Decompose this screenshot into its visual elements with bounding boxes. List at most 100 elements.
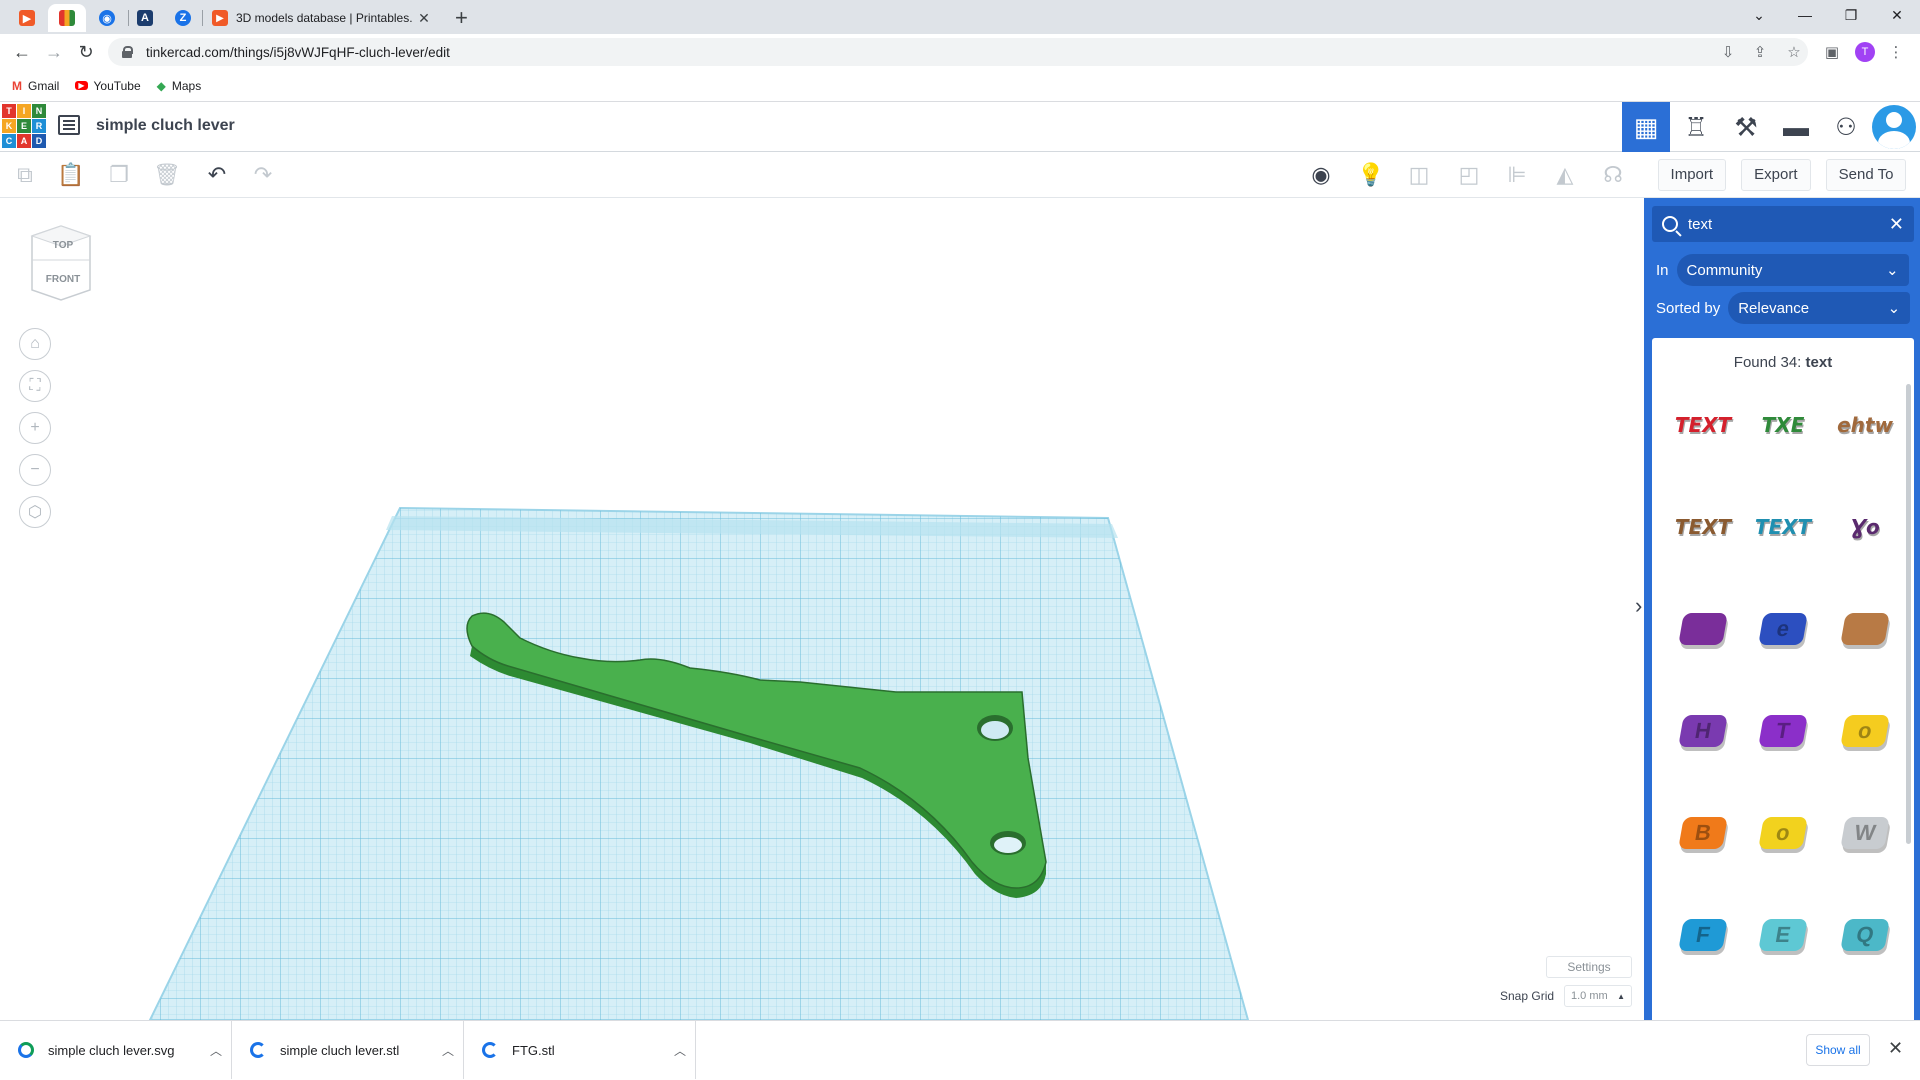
- source-select[interactable]: Community ⌄: [1676, 254, 1909, 286]
- shape-thumbnail[interactable]: [1668, 594, 1738, 664]
- shape-thumbnail[interactable]: ehtw: [1830, 390, 1900, 460]
- new-tab-icon[interactable]: +: [455, 5, 468, 31]
- tab-close-icon[interactable]: ✕: [416, 10, 432, 27]
- results-scrollbar[interactable]: [1906, 384, 1911, 844]
- pinned-tab-tinkercad[interactable]: [48, 4, 86, 32]
- light-bulb-icon[interactable]: 💡: [1356, 160, 1386, 190]
- group-icon[interactable]: ◫: [1404, 160, 1434, 190]
- shape-thumbnail[interactable]: o: [1830, 696, 1900, 766]
- workplane-grid-lines: [150, 508, 1248, 1020]
- shape-thumbnail[interactable]: e: [1748, 594, 1818, 664]
- import-button[interactable]: Import: [1657, 158, 1727, 191]
- sort-value: Relevance: [1738, 299, 1810, 317]
- add-user-icon[interactable]: ⚇: [1822, 102, 1870, 152]
- share-icon[interactable]: ⇪: [1748, 40, 1772, 64]
- ungroup-icon[interactable]: ◰: [1454, 160, 1484, 190]
- shape-thumbnail[interactable]: TEXT: [1748, 492, 1818, 562]
- shape-preview: TEXT: [1674, 515, 1732, 539]
- redo-icon[interactable]: ↷: [248, 160, 278, 190]
- shape-thumbnail[interactable]: [1830, 594, 1900, 664]
- shape-thumbnail[interactable]: o: [1748, 798, 1818, 868]
- download-item[interactable]: simple cluch lever.svg ︿: [0, 1021, 232, 1079]
- shape-thumbnail[interactable]: T: [1748, 696, 1818, 766]
- chevron-up-icon[interactable]: ︿: [201, 1042, 231, 1059]
- pinned-tab-autodesk[interactable]: A: [126, 4, 164, 32]
- mirror-icon[interactable]: ◭: [1550, 160, 1580, 190]
- undo-icon[interactable]: ↶: [202, 160, 232, 190]
- close-downloads-icon[interactable]: ✕: [1888, 1038, 1903, 1059]
- shape-preview: W: [1840, 817, 1890, 849]
- pinned-tab-z[interactable]: Z: [164, 4, 202, 32]
- zoom-in-icon[interactable]: +: [19, 412, 51, 444]
- delete-icon[interactable]: 🗑: [152, 160, 182, 190]
- show-all-button[interactable]: Show all: [1806, 1034, 1870, 1066]
- shape-thumbnail[interactable]: W: [1830, 798, 1900, 868]
- bricks-icon[interactable]: ▬: [1772, 102, 1820, 152]
- chevron-up-icon[interactable]: ︿: [665, 1042, 695, 1059]
- align-icon[interactable]: ⊫: [1502, 160, 1532, 190]
- pinned-tab-printables[interactable]: ▶: [8, 4, 46, 32]
- design-title[interactable]: simple cluch lever: [96, 117, 235, 135]
- bookmark-star-icon[interactable]: ☆: [1782, 40, 1806, 64]
- zoom-out-icon[interactable]: −: [19, 454, 51, 486]
- shape-search[interactable]: text ✕: [1652, 206, 1914, 242]
- perspective-icon[interactable]: ⬡: [19, 496, 51, 528]
- back-icon[interactable]: ←: [10, 40, 34, 64]
- design-list-icon[interactable]: [58, 115, 80, 135]
- settings-button[interactable]: Settings: [1546, 956, 1632, 978]
- window-close-icon[interactable]: ✕: [1874, 0, 1920, 30]
- forward-icon[interactable]: →: [42, 40, 66, 64]
- bookmark-gmail[interactable]: M Gmail: [12, 79, 59, 93]
- reload-icon[interactable]: ↻: [74, 40, 98, 64]
- home-view-icon[interactable]: ⌂: [19, 328, 51, 360]
- duplicate-icon[interactable]: ❐: [104, 160, 134, 190]
- browser-tab-printables[interactable]: ▶ 3D models database | Printables. ✕: [204, 4, 440, 32]
- profile-avatar[interactable]: T: [1855, 42, 1875, 62]
- notes-icon[interactable]: ◉: [1306, 160, 1336, 190]
- restore-icon[interactable]: ❐: [1828, 0, 1874, 30]
- view-cube[interactable]: TOP FRONT: [28, 224, 94, 302]
- user-avatar[interactable]: [1872, 105, 1916, 149]
- blocks-icon[interactable]: ♖: [1672, 102, 1720, 152]
- shape-thumbnail[interactable]: E: [1748, 900, 1818, 970]
- workplane-canvas[interactable]: [0, 198, 1644, 1020]
- results-query: text: [1805, 354, 1833, 371]
- lock-icon[interactable]: [122, 46, 133, 58]
- cruise-icon[interactable]: ☊: [1598, 160, 1628, 190]
- fit-view-icon[interactable]: ⛶: [19, 370, 51, 402]
- shape-thumbnail[interactable]: H: [1668, 696, 1738, 766]
- shape-thumbnail[interactable]: F: [1668, 900, 1738, 970]
- paste-icon[interactable]: 📋: [56, 160, 86, 190]
- shape-thumbnail[interactable]: TXE: [1748, 390, 1818, 460]
- clear-search-icon[interactable]: ✕: [1889, 214, 1904, 235]
- tinkercad-logo[interactable]: T I N K E R C A D: [2, 104, 46, 148]
- chevron-up-icon[interactable]: ︿: [433, 1042, 463, 1059]
- collapse-panel-icon[interactable]: ›: [1635, 593, 1642, 619]
- gmail-icon: M: [12, 78, 22, 93]
- shape-thumbnail[interactable]: TEXT: [1668, 390, 1738, 460]
- shape-thumbnail[interactable]: Ɣo: [1830, 492, 1900, 562]
- bookmark-youtube[interactable]: ▶ YouTube: [75, 79, 141, 93]
- search-input[interactable]: text: [1688, 216, 1889, 233]
- copy-icon[interactable]: ⧉: [10, 160, 40, 190]
- url-field[interactable]: tinkercad.com/things/i5j8vWJFqHF-cluch-l…: [108, 38, 1808, 66]
- tab-search-icon[interactable]: ⌄: [1736, 0, 1782, 30]
- send-to-button[interactable]: Send To: [1825, 158, 1907, 191]
- minimize-icon[interactable]: —: [1782, 0, 1828, 30]
- shape-thumbnail[interactable]: TEXT: [1668, 492, 1738, 562]
- 3d-design-grid-icon[interactable]: ▦: [1622, 102, 1670, 152]
- shape-thumbnail[interactable]: Q: [1830, 900, 1900, 970]
- install-app-icon[interactable]: ⇩: [1716, 40, 1740, 64]
- export-button[interactable]: Export: [1741, 158, 1811, 191]
- snap-grid-select[interactable]: 1.0 mm ▲: [1564, 985, 1632, 1007]
- shape-thumbnail[interactable]: B: [1668, 798, 1738, 868]
- sort-select[interactable]: Relevance ⌄: [1728, 292, 1911, 324]
- download-item[interactable]: simple cluch lever.stl ︿: [232, 1021, 464, 1079]
- workplane-viewport[interactable]: TOP FRONT ⌂ ⛶ + − ⬡ › Settings Snap Grid…: [0, 198, 1644, 1020]
- side-panel-icon[interactable]: ▣: [1820, 40, 1844, 64]
- pinned-tab-app[interactable]: ◉: [88, 4, 126, 32]
- bookmark-maps[interactable]: ◆ Maps: [157, 79, 202, 93]
- download-item[interactable]: FTG.stl ︿: [464, 1021, 696, 1079]
- build-tools-icon[interactable]: ⚒: [1722, 102, 1770, 152]
- chrome-menu-icon[interactable]: ⋮: [1884, 40, 1908, 64]
